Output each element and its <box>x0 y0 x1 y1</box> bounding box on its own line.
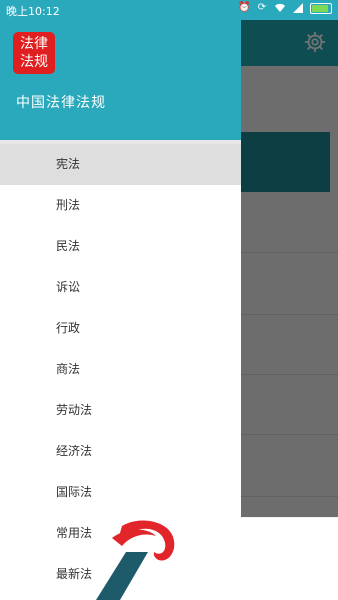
wifi-icon <box>274 2 286 14</box>
brand-logo-watermark <box>96 520 175 600</box>
drawer-menu-item-label: 刑法 <box>56 198 81 212</box>
drawer-menu-item-label: 劳动法 <box>56 403 93 417</box>
drawer-menu-item-label: 国际法 <box>56 485 93 499</box>
drawer-header: 法律 法规 中国法律法规 <box>0 0 241 140</box>
drawer-menu-item[interactable]: 刑法 <box>0 185 241 226</box>
drawer-menu-item[interactable]: 行政 <box>0 308 241 349</box>
drawer-menu-item-label: 商法 <box>56 362 81 376</box>
signal-icon <box>292 2 304 14</box>
drawer-menu-item[interactable]: 诉讼 <box>0 267 241 308</box>
navigation-drawer: 法律 法规 中国法律法规 宪法 刑法 民法 诉讼 行政 商法 劳动法 经济法 国际法 常用法 最新法 <box>0 0 241 600</box>
app-logo: 法律 法规 <box>13 32 55 74</box>
drawer-menu-item[interactable]: 国际法 <box>0 472 241 513</box>
alarm-icon: ⏰ <box>238 2 251 13</box>
drawer-menu-item-label: 宪法 <box>56 157 81 171</box>
logo-text-line2: 法规 <box>20 54 48 70</box>
drawer-menu-item[interactable]: 宪法 <box>0 144 241 185</box>
logo-text-line1: 法律 <box>20 36 48 52</box>
drawer-menu-item[interactable]: 商法 <box>0 349 241 390</box>
drawer-menu-item-label: 经济法 <box>56 444 93 458</box>
drawer-menu-item[interactable]: 劳动法 <box>0 390 241 431</box>
drawer-menu-item-label: 诉讼 <box>56 280 81 294</box>
drawer-menu-item[interactable]: 经济法 <box>0 431 241 472</box>
app-name: 中国法律法规 <box>16 95 106 111</box>
drawer-menu-item[interactable]: 民法 <box>0 226 241 267</box>
status-icons: ⏰ ⟳ <box>238 2 332 14</box>
status-time: 晚上10:12 <box>6 5 60 18</box>
drawer-menu-item-label: 行政 <box>56 321 81 335</box>
status-bar: 晚上10:12 ⏰ ⟳ <box>0 0 338 20</box>
battery-icon <box>310 2 332 14</box>
sync-icon: ⟳ <box>257 2 267 13</box>
drawer-menu-item-label: 民法 <box>56 239 81 253</box>
